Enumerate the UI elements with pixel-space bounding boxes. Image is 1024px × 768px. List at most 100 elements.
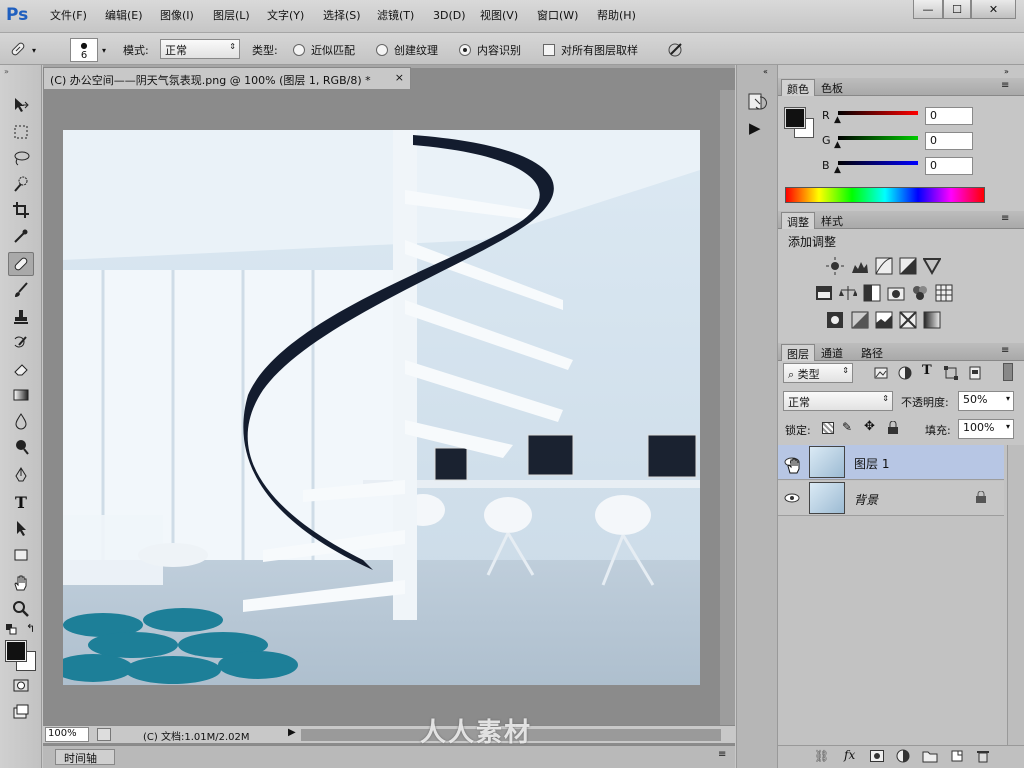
filter-smart-object-icon[interactable] [968,366,982,380]
hue-saturation-icon[interactable] [815,284,833,302]
posterize-icon[interactable] [851,311,869,329]
minimize-button[interactable]: — [913,0,943,19]
menu-image[interactable]: 图像(I) [160,8,194,24]
status-arrow-icon[interactable]: ▶ [288,727,300,742]
menu-type[interactable]: 文字(Y) [267,8,304,24]
menu-3d[interactable]: 3D(D) [433,8,466,24]
menu-help[interactable]: 帮助(H) [597,8,636,24]
filter-toggle-switch[interactable] [1003,363,1013,381]
filter-shape-icon[interactable] [944,366,958,380]
levels-icon[interactable] [851,257,869,275]
selective-color-icon[interactable] [899,311,917,329]
actions-play-icon[interactable]: ▶ [749,119,761,137]
blur-tool-icon[interactable] [8,409,34,433]
zoom-tool-icon[interactable] [8,597,34,621]
eraser-tool-icon[interactable] [8,357,34,381]
swap-colors-icon[interactable]: ↰ [26,622,35,635]
quick-selection-tool-icon[interactable] [8,172,34,196]
link-layers-icon[interactable]: ⛓ [814,749,829,763]
collapse-icon[interactable]: « [763,67,768,76]
menu-file[interactable]: 文件(F) [50,8,87,24]
exposure-icon[interactable] [899,257,917,275]
default-colors-icon[interactable] [6,624,18,636]
hand-tool-icon[interactable] [8,571,34,595]
layer-filter-select[interactable]: ⌕ 类型 ⇕ [783,363,853,383]
g-slider[interactable] [838,136,918,140]
dodge-tool-icon[interactable] [8,435,34,459]
layer-name[interactable]: 背景 [854,491,878,508]
tab-layers[interactable]: 图层 [781,344,815,361]
foreground-color-swatch[interactable] [5,640,27,662]
close-tab-icon[interactable]: × [395,71,404,84]
lock-all-icon[interactable] [887,420,899,434]
brush-dropdown-icon[interactable]: ▾ [102,46,106,55]
screen-mode-icon[interactable] [8,700,34,724]
lasso-tool-icon[interactable] [8,146,34,170]
canvas-image[interactable] [63,130,700,685]
invert-icon[interactable] [826,311,844,329]
collapse-panels-icon[interactable]: » [1004,67,1009,76]
export-icon[interactable] [97,728,111,741]
curves-icon[interactable] [875,257,893,275]
color-balance-icon[interactable] [839,284,858,302]
add-mask-icon[interactable] [870,750,884,762]
filter-pixel-icon[interactable] [874,366,888,380]
brightness-icon[interactable] [826,257,844,275]
color-spectrum-bar[interactable] [785,187,985,203]
rectangular-marquee-tool-icon[interactable] [8,120,34,144]
menu-layer[interactable]: 图层(L) [213,8,250,24]
layer-row-layer1[interactable]: 图层 1 [778,445,1004,480]
foreground-color-chip[interactable] [784,107,806,129]
menu-edit[interactable]: 编辑(E) [105,8,143,24]
tab-color[interactable]: 颜色 [781,79,815,96]
brush-preset-picker[interactable]: ● 6 [70,38,98,62]
mode-select[interactable]: 正常 ⇕ [160,39,240,59]
close-window-button[interactable]: ✕ [971,0,1016,19]
channel-mixer-icon[interactable] [911,284,929,302]
black-white-icon[interactable] [863,284,881,302]
b-slider-handle-icon[interactable]: ▲ [834,165,841,175]
fill-field[interactable]: 100% ▾ [958,419,1014,439]
gradient-tool-icon[interactable] [8,383,34,407]
g-value[interactable]: 0 [925,132,973,150]
type-tool-icon[interactable]: T [8,490,34,514]
lock-position-icon[interactable]: ✥ [864,419,875,434]
tab-swatches[interactable]: 色板 [816,79,848,96]
path-selection-tool-icon[interactable] [8,516,34,540]
layers-scrollbar[interactable] [1007,445,1024,745]
menu-window[interactable]: 窗口(W) [537,8,578,24]
new-group-icon[interactable] [922,749,938,763]
r-value[interactable]: 0 [925,107,973,125]
spot-healing-brush-tool-icon[interactable] [8,252,34,276]
gradient-map-icon[interactable] [923,311,941,329]
sample-all-layers-checkbox[interactable] [543,44,555,56]
radio-proximity-match[interactable] [293,44,305,56]
delete-layer-icon[interactable] [976,749,990,763]
color-lookup-icon[interactable] [935,284,953,302]
tab-paths[interactable]: 路径 [856,344,888,361]
vertical-scrollbar[interactable] [720,90,735,725]
menu-filter[interactable]: 滤镜(T) [377,8,414,24]
r-slider-handle-icon[interactable]: ▲ [834,115,841,125]
opacity-field[interactable]: 50% ▾ [958,391,1014,411]
vibrance-icon[interactable] [922,257,942,276]
crop-tool-icon[interactable] [8,198,34,222]
tab-channels[interactable]: 通道 [816,344,848,361]
maximize-button[interactable]: ☐ [943,0,971,19]
b-slider[interactable] [838,161,918,165]
photo-filter-icon[interactable] [887,284,905,302]
history-brush-tool-icon[interactable] [8,331,34,355]
new-layer-icon[interactable] [950,749,964,763]
layer-name[interactable]: 图层 1 [854,455,889,472]
visibility-eye-icon[interactable] [783,491,801,505]
brush-tool-icon[interactable] [8,278,34,302]
blend-mode-select[interactable]: 正常 ⇕ [783,391,893,411]
lock-pixels-icon[interactable]: ✎ [842,420,852,434]
move-tool-icon[interactable] [8,93,34,117]
timeline-tab[interactable]: 时间轴 [55,749,115,765]
lock-transparent-icon[interactable] [822,422,834,434]
document-tab[interactable]: (C) 办公空间——阴天气氛表现.png @ 100% (图层 1, RGB/8… [43,67,411,89]
zoom-field[interactable]: 100% [45,727,89,742]
spot-healing-brush-icon[interactable] [8,39,28,59]
history-icon[interactable] [747,91,769,113]
